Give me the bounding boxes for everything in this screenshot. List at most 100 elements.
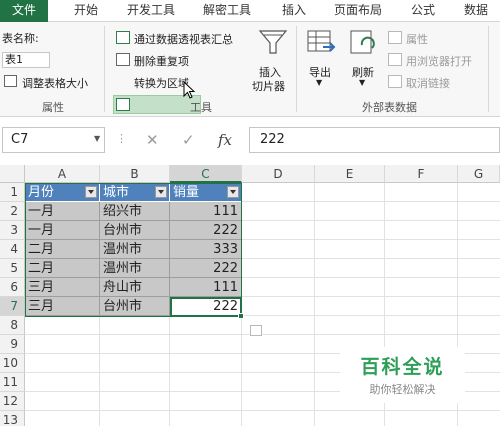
row-header-9[interactable]: 9 <box>0 335 25 354</box>
row-header-13[interactable]: 13 <box>0 411 25 426</box>
open-in-browser-button[interactable]: 用浏览器打开 <box>406 53 472 69</box>
filter-dropdown-icon[interactable] <box>155 186 167 198</box>
tab-home[interactable]: 开始 <box>74 0 98 22</box>
gridline <box>314 183 315 426</box>
watermark-logo: 百科全说 助你轻松解决 <box>340 347 465 403</box>
gridline <box>25 334 500 335</box>
tools-group-label: 工具 <box>190 101 212 114</box>
pivot-summary-button[interactable]: 通过数据透视表汇总 <box>134 31 233 47</box>
row-header-6[interactable]: 6 <box>0 278 25 297</box>
table-cell[interactable]: 台州市 <box>100 297 170 316</box>
properties-button[interactable]: 属性 <box>406 31 428 47</box>
formula-bar: C7 ▼ ⋮ ✕ ✓ fx 222 <box>0 127 500 155</box>
row-header-5[interactable]: 5 <box>0 259 25 278</box>
table-header-cell[interactable]: 销量 <box>170 183 242 202</box>
quick-analysis-icon[interactable] <box>250 325 262 336</box>
formula-buttons: ✕ ✓ fx <box>130 127 244 153</box>
column-header-b[interactable]: B <box>100 165 170 183</box>
filter-dropdown-icon[interactable] <box>227 186 239 198</box>
watermark-title: 百科全说 <box>360 356 445 378</box>
row-header-8[interactable]: 8 <box>0 316 25 335</box>
fill-handle[interactable] <box>238 313 244 319</box>
table-name-label: 表名称: <box>2 32 39 45</box>
ribbon: 表名称: 表1 调整表格大小 属性 通过数据透视表汇总 删除重复项 转换为区域 … <box>0 22 500 117</box>
table-cell[interactable]: 温州市 <box>100 259 170 278</box>
name-box[interactable]: C7 <box>2 127 105 153</box>
tab-formulas[interactable]: 公式 <box>411 0 435 22</box>
table-cell[interactable]: 三月 <box>25 278 100 297</box>
export-icon <box>307 30 336 52</box>
table-header-cell[interactable]: 城市 <box>100 183 170 202</box>
column-header-c[interactable]: C <box>170 165 242 183</box>
table-cell[interactable]: 舟山市 <box>100 278 170 297</box>
tab-developer[interactable]: 开发工具 <box>127 0 175 22</box>
table-cell[interactable]: 111 <box>170 202 242 221</box>
table-cell[interactable]: 三月 <box>25 297 100 316</box>
table-cell[interactable]: 333 <box>170 240 242 259</box>
tab-file[interactable]: 文件 <box>0 0 49 22</box>
formula-input[interactable]: 222 <box>249 127 500 153</box>
remove-duplicates-button[interactable]: 删除重复项 <box>134 53 189 69</box>
table-cell[interactable]: 台州市 <box>100 221 170 240</box>
resize-table-button[interactable]: 调整表格大小 <box>22 75 88 91</box>
row-header-1[interactable]: 1 <box>0 183 25 202</box>
row-header-12[interactable]: 12 <box>0 392 25 411</box>
table-cell[interactable]: 温州市 <box>100 240 170 259</box>
group-divider <box>104 26 105 112</box>
convert-range-icon <box>116 98 130 111</box>
table-cell[interactable]: 二月 <box>25 240 100 259</box>
row-header-10[interactable]: 10 <box>0 354 25 373</box>
column-header-g[interactable]: G <box>458 165 500 183</box>
convert-to-range-button[interactable]: 转换为区域 <box>134 75 189 91</box>
row-header-4[interactable]: 4 <box>0 240 25 259</box>
enter-icon[interactable]: ✓ <box>182 131 195 149</box>
row-header-3[interactable]: 3 <box>0 221 25 240</box>
column-header-e[interactable]: E <box>315 165 385 183</box>
table-cell[interactable]: 一月 <box>25 221 100 240</box>
active-cell-border <box>170 297 242 317</box>
remove-duplicates-icon <box>116 53 130 66</box>
resize-table-icon <box>4 75 17 87</box>
column-header-f[interactable]: F <box>385 165 458 183</box>
table-cell[interactable]: 222 <box>170 221 242 240</box>
row-header-11[interactable]: 11 <box>0 373 25 392</box>
watermark-subtitle: 助你轻松解决 <box>369 383 436 396</box>
refresh-dropdown-arrow[interactable]: ▼ <box>359 78 365 87</box>
ribbon-tabs: 文件 开始 开发工具 解密工具 插入 页面布局 公式 数据 <box>0 0 500 22</box>
column-header-d[interactable]: D <box>242 165 315 183</box>
refresh-icon <box>350 30 375 54</box>
gridline <box>25 410 500 411</box>
header-text: 城市 <box>103 185 130 200</box>
export-dropdown-arrow[interactable]: ▼ <box>316 78 322 87</box>
external-data-group-label: 外部表数据 <box>362 101 417 114</box>
header-text: 月份 <box>28 185 55 200</box>
group-divider <box>488 26 489 112</box>
tab-page-layout[interactable]: 页面布局 <box>334 0 382 22</box>
tab-decrypt[interactable]: 解密工具 <box>203 0 251 22</box>
properties-icon <box>388 31 402 44</box>
table-cell[interactable]: 绍兴市 <box>100 202 170 221</box>
slicer-icon <box>258 30 288 54</box>
pivot-icon <box>116 31 130 44</box>
table-name-input[interactable]: 表1 <box>2 52 50 68</box>
select-all-corner[interactable] <box>0 165 25 183</box>
cancel-icon[interactable]: ✕ <box>146 131 159 149</box>
row-header-7[interactable]: 7 <box>0 297 25 316</box>
table-cell[interactable]: 111 <box>170 278 242 297</box>
tab-data[interactable]: 数据 <box>464 0 488 22</box>
group-divider <box>296 26 297 112</box>
filter-dropdown-icon[interactable] <box>85 186 97 198</box>
insert-function-icon[interactable]: fx <box>218 131 232 149</box>
tab-insert[interactable]: 插入 <box>282 0 306 22</box>
table-cell[interactable]: 二月 <box>25 259 100 278</box>
table-cell[interactable]: 一月 <box>25 202 100 221</box>
formula-bar-splitter-icon[interactable]: ⋮ <box>116 132 127 145</box>
mouse-cursor-icon <box>183 81 196 99</box>
name-box-dropdown-icon[interactable]: ▼ <box>94 134 100 143</box>
table-cell[interactable]: 222 <box>170 259 242 278</box>
table-header-cell[interactable]: 月份 <box>25 183 100 202</box>
column-header-a[interactable]: A <box>25 165 100 183</box>
insert-slicer-label-2[interactable]: 切片器 <box>252 78 285 94</box>
row-header-2[interactable]: 2 <box>0 202 25 221</box>
unlink-button[interactable]: 取消链接 <box>406 75 450 91</box>
